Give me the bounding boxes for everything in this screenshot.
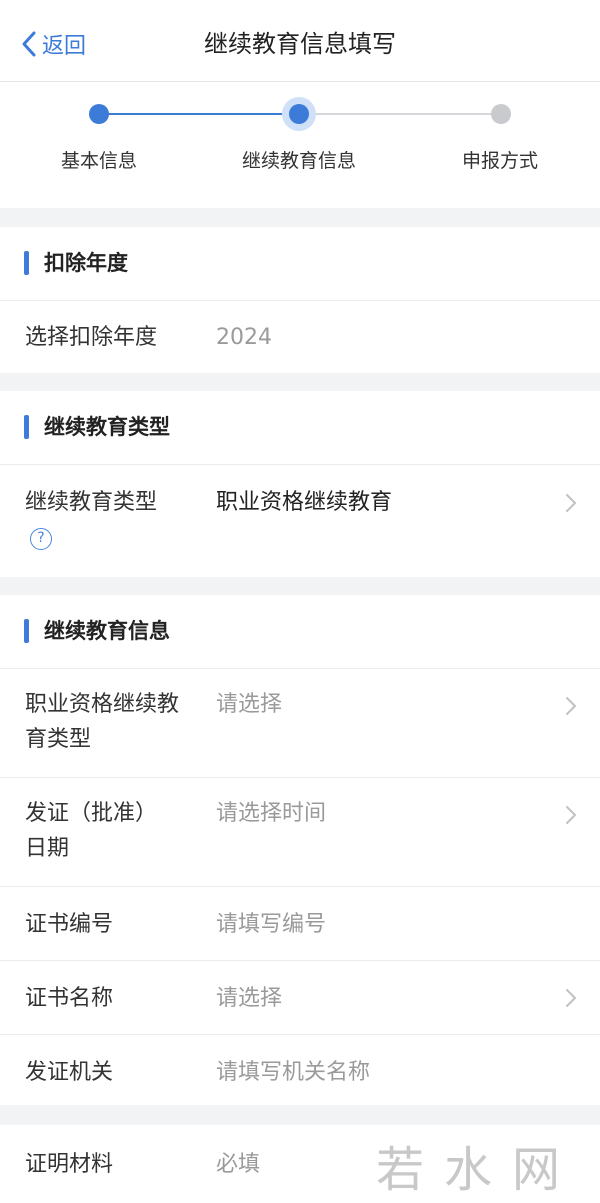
qualification-type-row[interactable]: 职业资格继续教育类型 请选择 — [0, 669, 600, 778]
proof-material-placeholder: 必填 — [216, 1152, 261, 1177]
step-dot-basic-info — [89, 104, 109, 124]
certificate-number-row[interactable]: 证书编号 请填写编号 — [0, 887, 600, 961]
section-deduction-year: 扣除年度 选择扣除年度 2024 — [0, 227, 600, 373]
section-accent-bar — [24, 251, 29, 275]
row-label: 发证机关 — [25, 1060, 114, 1085]
issue-date-row[interactable]: 发证（批准）日期 请选择时间 — [0, 778, 600, 887]
section-header: 扣除年度 — [0, 227, 600, 301]
section-title: 继续教育信息 — [44, 619, 170, 643]
step-connector-done — [99, 113, 299, 115]
section-title: 继续教育类型 — [44, 415, 170, 439]
page-title: 继续教育信息填写 — [204, 30, 396, 58]
section-accent-bar — [24, 415, 29, 439]
section-header: 继续教育类型 — [0, 391, 600, 465]
row-label: 继续教育类型 — [25, 490, 158, 515]
progress-stepper: 基本信息 继续教育信息 申报方式 — [0, 82, 600, 208]
step-connector-todo — [299, 113, 501, 115]
row-label: 证明材料 — [25, 1152, 114, 1177]
section-title: 扣除年度 — [44, 251, 128, 275]
step-dot-education-info — [289, 104, 309, 124]
page: 返回 继续教育信息填写 基本信息 继续教育信息 申报方式 扣除年度 选择扣除年度… — [0, 0, 600, 1203]
certificate-name-row[interactable]: 证书名称 请选择 — [0, 961, 600, 1035]
deduction-year-value: 2024 — [216, 325, 272, 350]
row-label: 证书名称 — [25, 986, 114, 1011]
step-dot-declare-method — [491, 104, 511, 124]
section-header: 继续教育信息 — [0, 595, 600, 669]
step-label-education-info: 继续教育信息 — [241, 150, 357, 172]
section-education-type: 继续教育类型 继续教育类型 ? 职业资格继续教育 — [0, 391, 600, 577]
certificate-number-input[interactable]: 请填写编号 — [216, 907, 326, 942]
qualification-type-placeholder: 请选择 — [216, 692, 283, 717]
education-type-value: 职业资格继续教育 — [216, 490, 393, 515]
section-accent-bar — [24, 619, 29, 643]
issue-date-placeholder: 请选择时间 — [216, 801, 327, 826]
row-label: 选择扣除年度 — [25, 325, 158, 350]
issuing-authority-input[interactable]: 请填写机关名称 — [216, 1055, 370, 1090]
section-education-info: 继续教育信息 职业资格继续教育类型 请选择 发证（批准）日期 请选择时间 证书编… — [0, 595, 600, 1105]
watermark: 若水网 — [376, 1142, 581, 1198]
chevron-right-icon — [566, 494, 576, 512]
chevron-right-icon — [566, 697, 576, 715]
step-label-declare-method: 申报方式 — [461, 150, 539, 172]
row-label: 发证（批准）日期 — [25, 801, 158, 861]
issuing-authority-row[interactable]: 发证机关 请填写机关名称 — [0, 1035, 600, 1105]
help-icon[interactable]: ? — [30, 528, 52, 550]
deduction-year-row[interactable]: 选择扣除年度 2024 — [0, 301, 600, 373]
step-label-basic-info: 基本信息 — [60, 150, 138, 172]
row-label: 证书编号 — [25, 912, 114, 937]
row-label: 职业资格继续教育类型 — [25, 692, 180, 752]
chevron-right-icon — [566, 989, 576, 1007]
chevron-right-icon — [566, 806, 576, 824]
navigation-bar: 返回 继续教育信息填写 — [0, 0, 600, 82]
education-type-row[interactable]: 继续教育类型 ? 职业资格继续教育 — [0, 465, 600, 577]
certificate-name-placeholder: 请选择 — [216, 986, 283, 1011]
